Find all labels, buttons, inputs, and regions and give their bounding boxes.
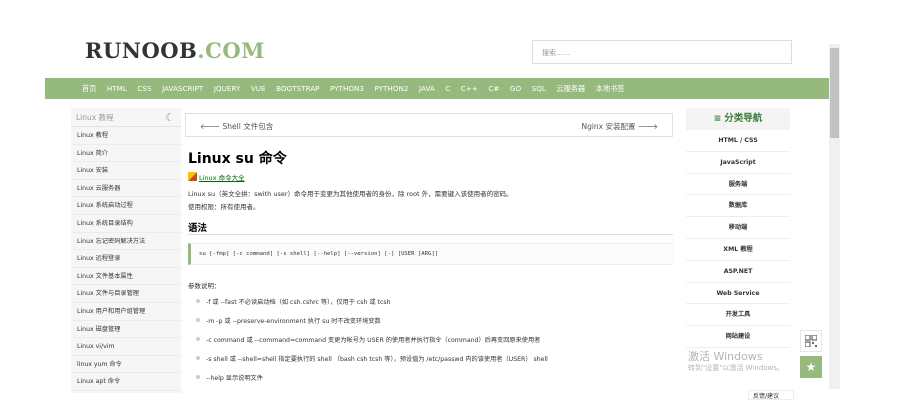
params-list: -f 或 --fast 不必读启动档（如 csh.cshrc 等），仅用于 cs…: [196, 298, 676, 393]
search-input[interactable]: 搜索……: [532, 40, 792, 64]
sidebar-item[interactable]: Linux 简介: [71, 145, 181, 163]
sidebar-item[interactable]: Linux 用户和用户组管理: [71, 303, 181, 321]
qr-code-button[interactable]: [800, 330, 822, 352]
sidebar-item[interactable]: Linux 教程: [71, 127, 181, 145]
nav-item-bootstrap[interactable]: BOOTSTRAP: [276, 84, 319, 93]
category-item[interactable]: 开发工具: [686, 304, 790, 327]
category-item[interactable]: ASP.NET: [686, 261, 790, 283]
watermark-subtitle: 转到"设置"以激活 Windows。: [688, 364, 784, 372]
syntax-heading: 语法: [188, 223, 208, 234]
left-sidebar: Linux 教程 ☾ Linux 教程 Linux 简介 Linux 安装 Li…: [71, 108, 181, 393]
nav-item-javascript[interactable]: JAVASCRIPT: [162, 84, 203, 93]
param-text: -m -p 或 --preserve-environment 执行 su 时不改…: [206, 318, 381, 325]
list-item: -m -p 或 --preserve-environment 执行 su 时不改…: [196, 317, 676, 336]
bullet-icon: [196, 356, 200, 360]
syntax-code-block: su [-fmp] [-c command] [-s shell] [--hel…: [188, 243, 673, 265]
nav-item-cloud-server[interactable]: 云服务器: [556, 84, 585, 94]
pencil-icon: [188, 172, 197, 181]
nav-item-csharp[interactable]: C#: [488, 84, 499, 93]
sidebar-item[interactable]: Linux 云服务器: [71, 180, 181, 198]
left-sidebar-title: Linux 教程: [76, 112, 114, 122]
prev-link[interactable]: 🡐 Shell 文件包含: [200, 121, 273, 132]
nav-item-sql[interactable]: SQL: [532, 84, 546, 93]
category-item[interactable]: 网站建设: [686, 326, 790, 348]
nav-item-home[interactable]: 首页: [82, 84, 96, 94]
top-nav: 首页 HTML CSS JAVASCRIPT JQUERY VUE BOOTST…: [45, 78, 829, 99]
menu-icon: ≡: [713, 114, 722, 124]
category-item[interactable]: XML 教程: [686, 239, 790, 261]
sidebar-item[interactable]: Linux apt 命令: [71, 373, 181, 391]
bullet-icon: [196, 318, 200, 322]
moon-icon[interactable]: ☾: [165, 111, 175, 124]
param-text: -f 或 --fast 不必读启动档（如 csh.cshrc 等），仅用于 cs…: [206, 299, 391, 306]
bullet-icon: [196, 299, 200, 303]
sidebar-item[interactable]: Linux 文件基本属性: [71, 268, 181, 286]
left-sidebar-header: Linux 教程 ☾: [71, 108, 181, 127]
nav-item-bookmarks[interactable]: 本地书签: [596, 84, 625, 94]
category-nav-title: 分类导航: [724, 113, 763, 124]
category-item[interactable]: Web Service: [686, 283, 790, 305]
nav-item-go[interactable]: GO: [510, 84, 521, 93]
sidebar-item[interactable]: Linux 系统目录结构: [71, 215, 181, 233]
command-list-label: Linux 命令大全: [199, 174, 245, 182]
windows-activation-watermark: 激活 Windows 转到"设置"以激活 Windows。: [688, 351, 784, 374]
logo-dot: .COM: [197, 38, 265, 63]
param-text: -s shell 或 --shell=shell 指定要执行的 shell （b…: [206, 356, 548, 363]
page-scrollbar-thumb[interactable]: [830, 48, 839, 138]
category-item[interactable]: 移动端: [686, 217, 790, 239]
category-item[interactable]: JavaScript: [686, 152, 790, 174]
nav-item-cpp[interactable]: C++: [461, 84, 478, 93]
sidebar-item[interactable]: linux yum 命令: [71, 356, 181, 374]
nav-item-css[interactable]: CSS: [137, 84, 151, 93]
qr-code-icon: [805, 335, 817, 347]
permission-text: 使用权限：所有使用者。: [188, 203, 260, 211]
category-item[interactable]: HTML / CSS: [686, 130, 790, 152]
bullet-icon: [196, 337, 200, 341]
logo-main: RUNOOB: [85, 38, 198, 63]
page-title: Linux su 命令: [188, 151, 287, 167]
nav-item-vue[interactable]: VUE: [251, 84, 266, 93]
nav-item-python3[interactable]: PYTHON3: [330, 84, 364, 93]
sidebar-item[interactable]: Linux 远程登录: [71, 250, 181, 268]
nav-item-html[interactable]: HTML: [107, 84, 127, 93]
arrow-right-icon: 🡒: [637, 122, 658, 131]
sidebar-item[interactable]: Linux vi/vim: [71, 338, 181, 356]
command-list-link[interactable]: Linux 命令大全: [188, 172, 245, 182]
feedback-button[interactable]: 反馈/建议: [748, 390, 794, 400]
sidebar-item[interactable]: Linux 安装: [71, 162, 181, 180]
divider: [188, 234, 673, 235]
site-logo[interactable]: RUNOOB.COM: [85, 38, 265, 63]
list-item: -f 或 --fast 不必读启动档（如 csh.cshrc 等），仅用于 cs…: [196, 298, 676, 317]
category-item[interactable]: 数据库: [686, 195, 790, 218]
arrow-left-icon: 🡐: [200, 122, 221, 131]
next-label: Nginx 安装配置: [581, 122, 636, 131]
prev-label: Shell 文件包含: [222, 122, 274, 131]
next-link[interactable]: Nginx 安装配置 🡒: [581, 121, 658, 132]
sidebar-item[interactable]: Linux 文件与目录管理: [71, 285, 181, 303]
bullet-icon: [196, 375, 200, 379]
intro-text: Linux su（英文全拼：swith user）命令用于变更为其他使用者的身份…: [188, 190, 513, 198]
star-button[interactable]: ★: [800, 356, 822, 378]
star-icon: ★: [805, 360, 817, 374]
category-item[interactable]: 服务端: [686, 174, 790, 196]
param-text: -c command 或 --command=command 变更为帐号为 US…: [206, 337, 541, 344]
prev-next-bar: 🡐 Shell 文件包含 Nginx 安装配置 🡒: [185, 113, 673, 137]
sidebar-item[interactable]: Linux 系统启动过程: [71, 197, 181, 215]
nav-item-python2[interactable]: PYTHON2: [374, 84, 408, 93]
sidebar-item[interactable]: Linux 磁盘管理: [71, 321, 181, 339]
watermark-title: 激活 Windows: [688, 350, 763, 363]
list-item: --help 显示说明文件: [196, 374, 676, 393]
nav-item-jquery[interactable]: JQUERY: [214, 84, 241, 93]
list-item: -c command 或 --command=command 变更为帐号为 US…: [196, 336, 676, 355]
list-item: -s shell 或 --shell=shell 指定要执行的 shell （b…: [196, 355, 676, 374]
params-heading: 参数说明：: [188, 282, 221, 290]
nav-item-java[interactable]: JAVA: [419, 84, 435, 93]
param-text: --help 显示说明文件: [206, 375, 263, 382]
main-content: 🡐 Shell 文件包含 Nginx 安装配置 🡒 Linux su 命令 Li…: [181, 108, 682, 400]
nav-item-c[interactable]: C: [445, 84, 450, 93]
page: RUNOOB.COM 搜索…… 首页 HTML CSS JAVASCRIPT J…: [0, 0, 898, 400]
category-nav-header: ≡ 分类导航: [686, 108, 790, 130]
sidebar-item[interactable]: Linux 忘记密码解决方法: [71, 233, 181, 251]
